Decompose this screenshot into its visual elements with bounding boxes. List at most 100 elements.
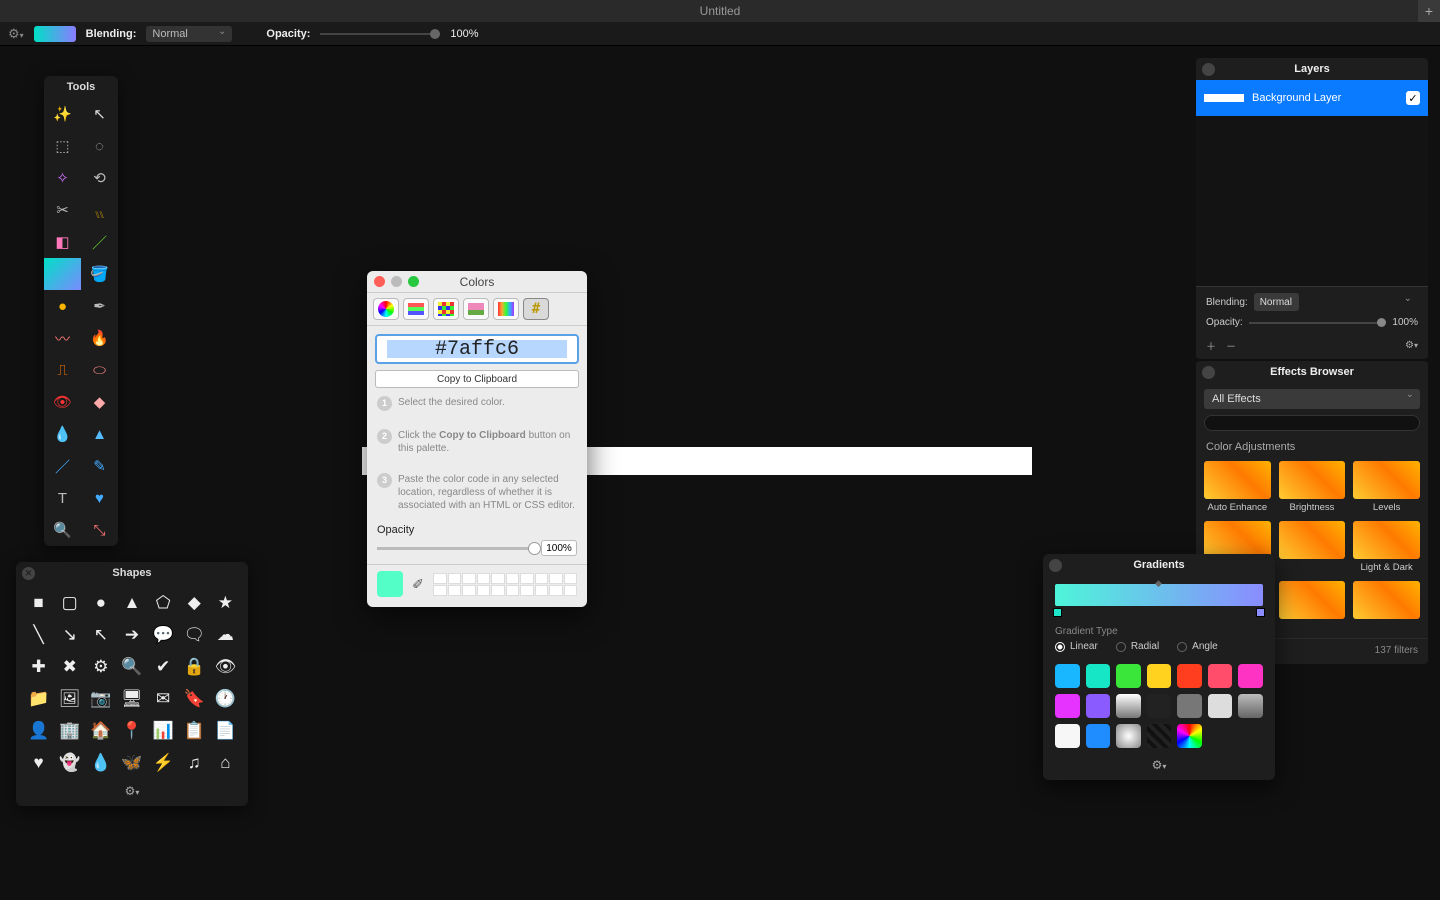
shape-triangle[interactable]: ▲ <box>119 590 144 616</box>
shape-bars[interactable]: 📊 <box>151 718 176 744</box>
shape-pin[interactable]: 📍 <box>119 718 144 744</box>
add-tab-button[interactable]: + <box>1418 0 1440 22</box>
layer-settings-icon[interactable]: ⚙︎▾ <box>1405 340 1418 351</box>
tool-crop[interactable]: ✂ <box>44 194 81 226</box>
tool-burn[interactable]: 🔥 <box>81 322 118 354</box>
shape-bookmark[interactable]: 🔖 <box>182 686 207 712</box>
tool-text[interactable]: T <box>44 482 81 514</box>
shape-star[interactable]: ★ <box>213 590 238 616</box>
tool-ellipse-select[interactable]: ◌ <box>81 130 118 162</box>
shape-arrow-back[interactable]: ↖ <box>88 622 113 648</box>
shape-mail[interactable]: ✉ <box>151 686 176 712</box>
current-color-swatch[interactable] <box>377 571 403 597</box>
tool-pen[interactable]: ✒ <box>81 290 118 322</box>
gradient-type-radial[interactable]: Radial <box>1116 641 1159 652</box>
tool-redeye[interactable]: 👁 <box>44 386 81 418</box>
gradient-preset[interactable] <box>1208 664 1233 688</box>
shape-doc[interactable]: 📄 <box>213 718 238 744</box>
gradient-preset[interactable] <box>1055 724 1080 748</box>
shape-square[interactable]: ■ <box>26 590 51 616</box>
shape-user[interactable]: 👤 <box>26 718 51 744</box>
gradient-preset[interactable] <box>1208 694 1233 718</box>
traffic-max[interactable] <box>408 276 419 287</box>
effect-item[interactable]: Levels <box>1353 461 1420 513</box>
shape-image[interactable]: 🖼 <box>57 686 82 712</box>
layer-opacity-slider[interactable] <box>1249 322 1387 324</box>
gradient-preset[interactable] <box>1177 694 1202 718</box>
tool-smudge[interactable]: 〰 <box>44 322 81 354</box>
shape-plus[interactable]: ✚ <box>26 654 51 680</box>
shape-check[interactable]: ✔ <box>151 654 176 680</box>
gradient-swatch[interactable] <box>34 26 76 42</box>
shape-x[interactable]: ✖ <box>57 654 82 680</box>
effect-item[interactable]: Brightness <box>1279 461 1346 513</box>
gradient-type-angle[interactable]: Angle <box>1177 641 1218 652</box>
layer-row[interactable]: Background Layer ✓ <box>1196 80 1428 116</box>
copy-to-clipboard-button[interactable]: Copy to Clipboard <box>375 370 579 388</box>
layer-remove-icon[interactable]: － <box>1226 338 1236 353</box>
tool-pill[interactable]: ⬭ <box>81 354 118 386</box>
shapes-settings-icon[interactable]: ⚙︎▾ <box>16 778 248 806</box>
color-tab-wheel[interactable] <box>373 298 399 320</box>
tool-coin[interactable]: ● <box>44 290 81 322</box>
tool-marquee[interactable]: ⬚ <box>44 130 81 162</box>
shape-eye[interactable]: 👁 <box>213 654 238 680</box>
traffic-min[interactable] <box>391 276 402 287</box>
gradient-stop-right[interactable] <box>1256 608 1265 617</box>
shape-heart[interactable]: ♥ <box>26 750 51 776</box>
hex-input[interactable] <box>375 334 579 364</box>
shape-line[interactable]: ╲ <box>26 622 51 648</box>
gradient-preset[interactable] <box>1238 664 1263 688</box>
traffic-close[interactable] <box>374 276 385 287</box>
tool-color-picker[interactable]: ⤡ <box>81 514 118 546</box>
gradient-type-linear[interactable]: Linear <box>1055 641 1098 652</box>
effect-item[interactable] <box>1353 581 1420 622</box>
effects-search[interactable] <box>1204 415 1420 431</box>
shape-list[interactable]: 📋 <box>182 718 207 744</box>
effect-item[interactable] <box>1279 581 1346 622</box>
shape-rounded[interactable]: ▢ <box>57 590 82 616</box>
effect-item[interactable]: Light & Dark <box>1353 521 1420 573</box>
shape-diamond[interactable]: ◆ <box>182 590 207 616</box>
tool-magic-select[interactable]: ✧ <box>44 162 81 194</box>
gradient-preview[interactable]: ◆ <box>1055 584 1263 606</box>
tool-pencil[interactable]: ✎ <box>81 450 118 482</box>
color-opacity-slider[interactable] <box>377 547 535 550</box>
close-icon[interactable] <box>1202 366 1215 379</box>
gradient-preset[interactable] <box>1116 664 1141 688</box>
close-icon[interactable] <box>1049 559 1062 572</box>
close-icon[interactable] <box>1202 63 1215 76</box>
shape-butterfly[interactable]: 🦋 <box>119 750 144 776</box>
gradient-preset[interactable] <box>1177 664 1202 688</box>
shape-home[interactable]: 🏠 <box>88 718 113 744</box>
tool-sharpen[interactable]: ▲ <box>81 418 118 450</box>
shape-cloud[interactable]: ☁ <box>213 622 238 648</box>
gradient-preset[interactable] <box>1177 724 1202 748</box>
shape-monitor[interactable]: 🖥 <box>119 686 144 712</box>
shape-camera[interactable]: 📷 <box>88 686 113 712</box>
tool-blur-drop[interactable]: 💧 <box>44 418 81 450</box>
shape-bolt[interactable]: ⚡ <box>151 750 176 776</box>
tool-lasso[interactable]: ⟲ <box>81 162 118 194</box>
shape-folder[interactable]: 📁 <box>26 686 51 712</box>
color-tab-palette[interactable] <box>433 298 459 320</box>
shape-search[interactable]: 🔍 <box>119 654 144 680</box>
shape-arrow[interactable]: ➔ <box>119 622 144 648</box>
shape-pentagon[interactable]: ⬠ <box>151 590 176 616</box>
close-icon[interactable]: ✕ <box>22 567 35 580</box>
tool-zoom[interactable]: 🔍 <box>44 514 81 546</box>
gradient-preset[interactable] <box>1116 724 1141 748</box>
color-history-grid[interactable] <box>433 573 577 596</box>
effects-filter-select[interactable]: All Effects <box>1204 389 1420 409</box>
color-opacity-value[interactable] <box>541 540 577 556</box>
gradient-preset[interactable] <box>1116 694 1141 718</box>
layer-visible-checkbox[interactable]: ✓ <box>1406 91 1420 105</box>
gradient-preset[interactable] <box>1147 724 1172 748</box>
tool-magic-wand[interactable]: ✨ <box>44 98 81 130</box>
shape-drop[interactable]: 💧 <box>88 750 113 776</box>
gradient-preset[interactable] <box>1086 724 1111 748</box>
layer-blending-select[interactable]: Normal <box>1254 293 1299 311</box>
shape-lock[interactable]: 🔒 <box>182 654 207 680</box>
tool-brush[interactable]: ／ <box>81 226 118 258</box>
shape-music[interactable]: ♫ <box>182 750 207 776</box>
